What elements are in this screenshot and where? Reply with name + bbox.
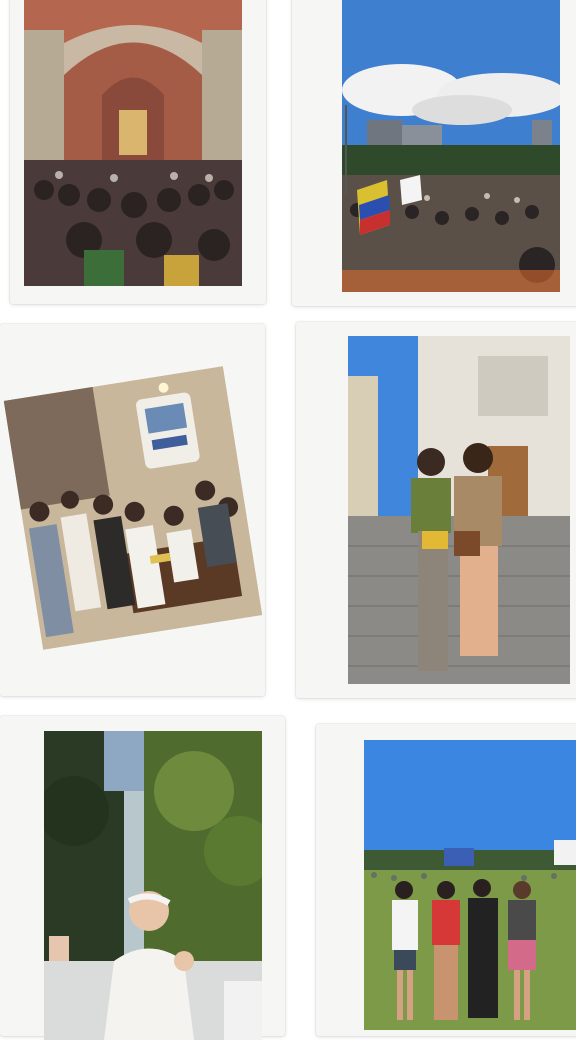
polaroid-frame-1 [10,0,266,304]
photo-restaurant-group [3,366,263,650]
polaroid-frame-2 [292,0,576,306]
photo-rally-flags [342,0,560,292]
photo-cathedral-crowd [24,0,242,286]
polaroid-frame-5 [0,716,285,1040]
photo-pope-greeting [44,731,262,1040]
polaroid-frame-6 [316,724,576,1036]
polaroid-frame-4 [296,322,576,698]
polaroid-frame-3 [0,324,265,696]
photo-field-group [364,740,576,1030]
photo-street-portrait [348,336,570,684]
